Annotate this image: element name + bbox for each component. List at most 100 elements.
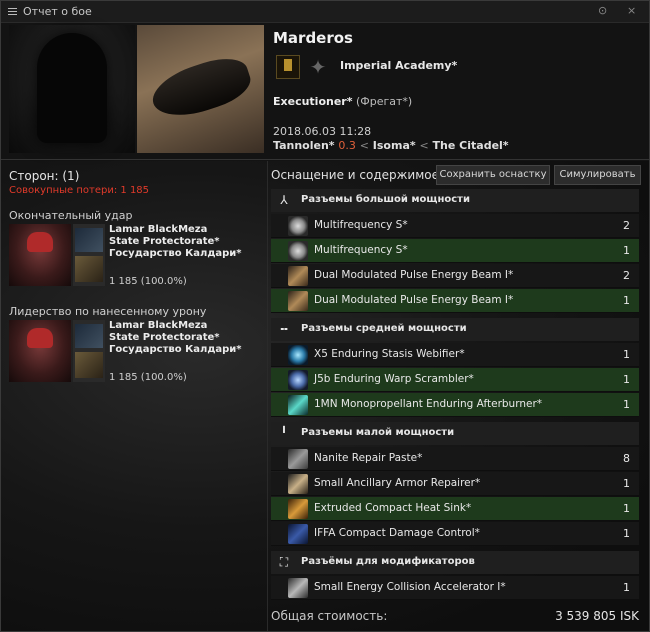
attacker-alliance[interactable]: Государство Калдари*	[109, 344, 242, 356]
system-name[interactable]: Tannolen*	[273, 139, 335, 152]
region-name[interactable]: The Citadel*	[433, 139, 509, 152]
item-quantity: 1	[623, 244, 630, 257]
laser-weapon-icon	[288, 266, 308, 286]
victim-ship-line: Executioner* (Фрегат*)	[273, 95, 412, 108]
item-name: Multifrequency S*	[314, 244, 408, 256]
repair-paste-icon	[288, 449, 308, 469]
rig-slot-icon: ⛶	[279, 555, 289, 569]
fitting-item-row[interactable]: X5 Enduring Stasis Webifier* 1	[271, 343, 639, 367]
item-name: X5 Enduring Stasis Webifier*	[314, 348, 465, 360]
kill-datetime: 2018.06.03 11:28	[273, 125, 372, 138]
total-value-label: Общая стоимость:	[271, 609, 388, 623]
fitting-item-row[interactable]: Small Energy Collision Accelerator I* 1	[271, 576, 639, 600]
fitting-item-row[interactable]: IFFA Compact Damage Control* 1	[271, 522, 639, 546]
afterburner-icon	[288, 395, 308, 415]
item-name: Dual Modulated Pulse Energy Beam I*	[314, 269, 514, 281]
fitting-item-row[interactable]: Small Ancillary Armor Repairer* 1	[271, 472, 639, 496]
low-slot-icon: ╹	[280, 426, 288, 440]
sides-count: Сторон: (1)	[9, 169, 80, 183]
item-name: IFFA Compact Damage Control*	[314, 527, 480, 539]
fitting-item-row[interactable]: Extruded Compact Heat Sink* 1	[271, 497, 639, 521]
damage-control-icon	[288, 524, 308, 544]
attacker-portrait[interactable]	[9, 320, 71, 382]
menu-icon[interactable]	[8, 8, 17, 15]
item-quantity: 1	[623, 527, 630, 540]
victim-name[interactable]: Marderos	[273, 29, 353, 47]
item-quantity: 2	[623, 219, 630, 232]
fitting-item-row[interactable]: Dual Modulated Pulse Energy Beam I* 2	[271, 264, 639, 288]
item-name: Dual Modulated Pulse Energy Beam I*	[314, 294, 514, 306]
attacker-corporation[interactable]: State Protectorate*	[109, 236, 242, 248]
section-low-slots[interactable]: ╹ Разъемы малой мощности	[271, 422, 639, 445]
item-quantity: 1	[623, 373, 630, 386]
item-name: 1MN Monopropellant Enduring Afterburner*	[314, 398, 543, 410]
item-quantity: 1	[623, 294, 630, 307]
attacker-name[interactable]: Lamar BlackMeza	[109, 320, 242, 332]
fitting-item-row[interactable]: J5b Enduring Warp Scrambler* 1	[271, 368, 639, 392]
victim-corporation[interactable]: Imperial Academy*	[340, 59, 457, 72]
security-status: 0.3	[338, 139, 356, 152]
victim-ship-image[interactable]	[137, 25, 264, 153]
attacker-info: Lamar BlackMeza State Protectorate* Госу…	[109, 320, 242, 356]
location-separator: <	[419, 139, 429, 152]
victim-ship[interactable]: Executioner*	[273, 95, 352, 108]
section-title: Разъемы малой мощности	[301, 427, 455, 438]
attacker-portrait[interactable]	[9, 224, 71, 286]
fitting-item-row[interactable]: Dual Modulated Pulse Energy Beam I* 1	[271, 289, 639, 313]
item-name: Small Energy Collision Accelerator I*	[314, 581, 506, 593]
item-quantity: 8	[623, 452, 630, 465]
total-value: 3 539 805 ISK	[555, 609, 639, 623]
attacker-corporation[interactable]: State Protectorate*	[109, 332, 242, 344]
victim-ship-class: (Фрегат*)	[355, 95, 413, 108]
final-blow-attacker[interactable]: Lamar BlackMeza State Protectorate* Госу…	[9, 224, 259, 302]
killmail-window: Отчет о бое ⊙ × Marderos ✦ Imperial Acad…	[0, 0, 650, 632]
settings-icon[interactable]: ⊙	[598, 4, 607, 17]
simulate-button[interactable]: Симулировать	[554, 165, 641, 185]
fitting-item-row[interactable]: Multifrequency S* 1	[271, 239, 639, 263]
attacker-name[interactable]: Lamar BlackMeza	[109, 224, 242, 236]
item-name: Nanite Repair Paste*	[314, 452, 423, 464]
item-quantity: 1	[623, 581, 630, 594]
corporation-logo[interactable]	[276, 55, 300, 79]
attacker-damage: 1 185 (100.0%)	[109, 372, 187, 383]
column-divider	[267, 161, 268, 631]
attacker-damage: 1 185 (100.0%)	[109, 276, 187, 287]
section-high-slots[interactable]: ⅄ Разъемы большой мощности	[271, 189, 639, 212]
mid-slot-icon: ╍	[280, 322, 288, 336]
crystal-ammo-icon	[288, 216, 308, 236]
section-rig-slots[interactable]: ⛶ Разъёмы для модификаторов	[271, 551, 639, 574]
victim-portrait[interactable]	[9, 25, 135, 153]
fitting-header: Оснащение и содержимое Сохранить оснастк…	[271, 165, 641, 187]
top-damage-attacker[interactable]: Lamar BlackMeza State Protectorate* Госу…	[9, 320, 259, 398]
attacker-alliance[interactable]: Государство Калдари*	[109, 248, 242, 260]
fitting-item-row[interactable]: Multifrequency S* 2	[271, 214, 639, 238]
item-name: Small Ancillary Armor Repairer*	[314, 477, 481, 489]
item-quantity: 1	[623, 398, 630, 411]
item-name: J5b Enduring Warp Scrambler*	[314, 373, 474, 385]
item-quantity: 1	[623, 502, 630, 515]
fitting-item-row[interactable]: Nanite Repair Paste* 8	[271, 447, 639, 471]
section-title: Разъёмы для модификаторов	[301, 556, 475, 567]
close-icon[interactable]: ×	[627, 4, 636, 17]
fitting-item-row[interactable]: 1MN Monopropellant Enduring Afterburner*…	[271, 393, 639, 417]
attacker-ship-weapon[interactable]	[73, 224, 105, 286]
alliance-logo-icon[interactable]: ✦	[306, 55, 330, 79]
constellation-name[interactable]: Isoma*	[373, 139, 416, 152]
window-title: Отчет о бое	[23, 5, 92, 18]
attacker-ship-weapon[interactable]	[73, 320, 105, 382]
item-name: Extruded Compact Heat Sink*	[314, 502, 472, 514]
fitting-title: Оснащение и содержимое	[271, 168, 440, 182]
heat-sink-icon	[288, 499, 308, 519]
item-quantity: 1	[623, 477, 630, 490]
section-mid-slots[interactable]: ╍ Разъемы средней мощности	[271, 318, 639, 341]
attacker-info: Lamar BlackMeza State Protectorate* Госу…	[109, 224, 242, 260]
title-bar[interactable]: Отчет о бое ⊙ ×	[1, 1, 649, 23]
save-fitting-button[interactable]: Сохранить оснастку	[436, 165, 550, 185]
high-slot-icon: ⅄	[280, 193, 288, 207]
item-quantity: 1	[623, 348, 630, 361]
warp-scrambler-icon	[288, 370, 308, 390]
kill-location: Tannolen* 0.3 < Isoma* < The Citadel*	[273, 139, 509, 152]
armor-repairer-icon	[288, 474, 308, 494]
final-blow-heading: Окончательный удар	[9, 209, 133, 222]
total-losses: Совокупные потери: 1 185	[9, 185, 150, 196]
